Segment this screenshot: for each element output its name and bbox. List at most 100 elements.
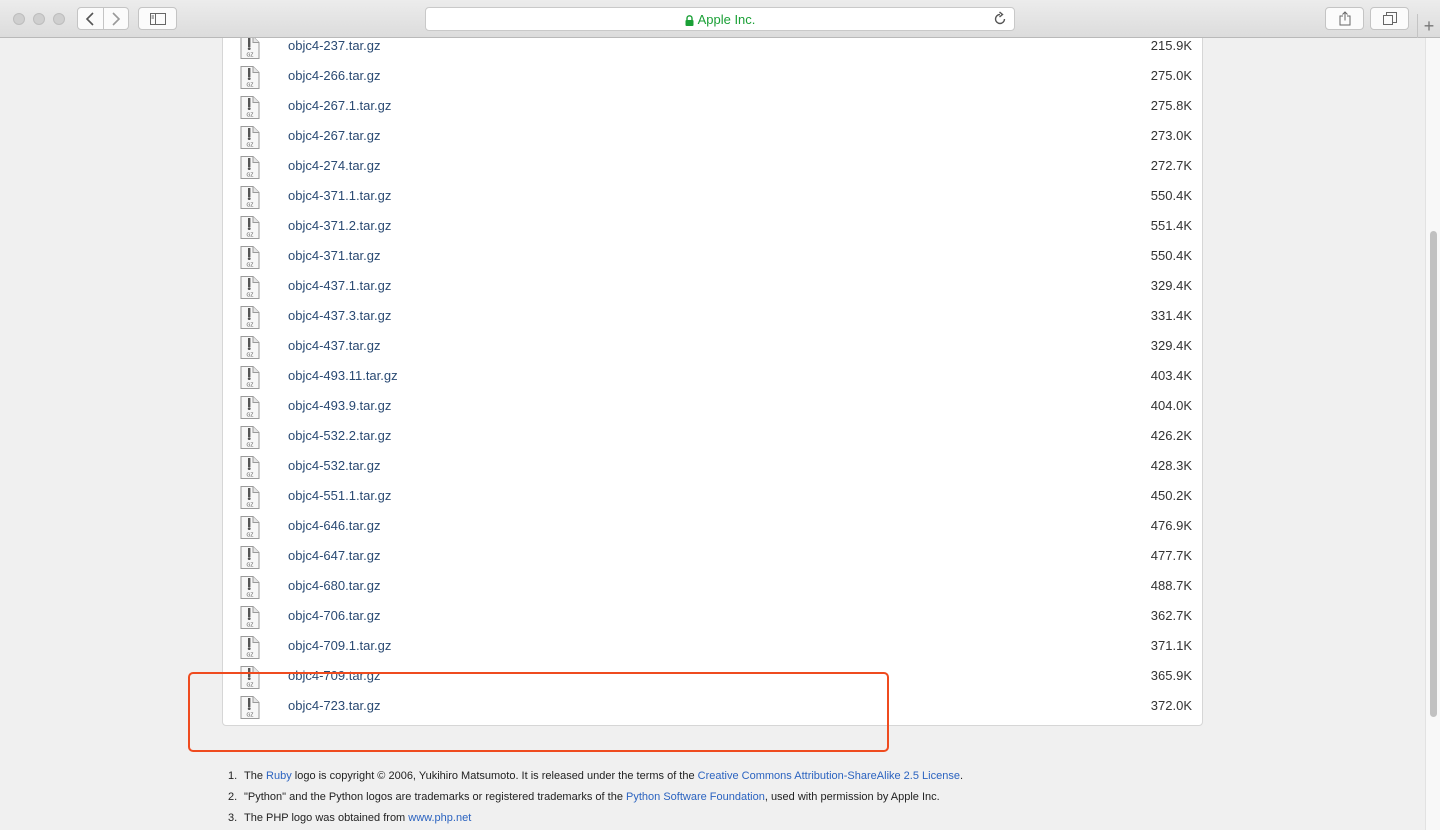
file-row: GZ objc4-646.tar.gz 476.9K — [223, 512, 1202, 542]
minimize-window-button[interactable] — [33, 13, 45, 25]
footnote-2: 2. "Python" and the Python logos are trad… — [228, 791, 940, 803]
file-link[interactable]: objc4-437.3.tar.gz — [288, 308, 391, 323]
file-link[interactable]: objc4-493.11.tar.gz — [288, 368, 398, 383]
file-row: GZ objc4-532.tar.gz 428.3K — [223, 452, 1202, 482]
file-row: GZ objc4-493.11.tar.gz 403.4K — [223, 362, 1202, 392]
scrollbar-thumb[interactable] — [1430, 231, 1437, 717]
share-button[interactable] — [1325, 7, 1364, 30]
gz-archive-icon: GZ — [240, 156, 260, 179]
file-link[interactable]: objc4-680.tar.gz — [288, 578, 381, 593]
ruby-link[interactable]: Ruby — [266, 770, 292, 782]
file-row: GZ objc4-647.tar.gz 477.7K — [223, 542, 1202, 572]
site-identity: Apple Inc. — [426, 12, 1014, 27]
file-link[interactable]: objc4-267.tar.gz — [288, 128, 381, 143]
license-link[interactable]: Creative Commons Attribution-ShareAlike … — [698, 770, 960, 782]
file-link[interactable]: objc4-266.tar.gz — [288, 68, 381, 83]
file-size: 372.0K — [1150, 698, 1192, 713]
file-row: GZ objc4-371.1.tar.gz 550.4K — [223, 182, 1202, 212]
svg-text:GZ: GZ — [247, 323, 254, 329]
tab-overview-button[interactable] — [1370, 7, 1409, 30]
svg-text:GZ: GZ — [247, 113, 254, 119]
sidebar-icon — [149, 12, 166, 25]
gz-archive-icon: GZ — [240, 306, 260, 329]
file-row: GZ objc4-680.tar.gz 488.7K — [223, 572, 1202, 602]
svg-text:GZ: GZ — [247, 83, 254, 89]
back-button[interactable] — [77, 7, 104, 30]
footnotes: 1. The Ruby logo is copyright © 2006, Yuk… — [228, 766, 1228, 829]
file-size: 329.4K — [1150, 338, 1192, 353]
file-size: 477.7K — [1150, 548, 1192, 563]
svg-text:GZ: GZ — [247, 593, 254, 599]
file-size: 272.7K — [1150, 158, 1192, 173]
forward-icon — [112, 11, 120, 26]
gz-archive-icon: GZ — [240, 216, 260, 239]
vertical-scrollbar[interactable] — [1425, 38, 1440, 830]
file-link[interactable]: objc4-371.tar.gz — [288, 248, 381, 263]
gz-archive-icon: GZ — [240, 246, 260, 269]
file-size: 275.8K — [1150, 98, 1192, 113]
new-tab-button[interactable]: + — [1417, 14, 1440, 38]
php-link[interactable]: www.php.net — [408, 812, 471, 824]
file-size: 404.0K — [1150, 398, 1192, 413]
file-size: 275.0K — [1150, 68, 1192, 83]
file-link[interactable]: objc4-371.1.tar.gz — [288, 188, 391, 203]
file-size: 273.0K — [1150, 128, 1192, 143]
gz-archive-icon: GZ — [240, 456, 260, 479]
file-link[interactable]: objc4-371.2.tar.gz — [288, 218, 391, 233]
gz-archive-icon: GZ — [240, 366, 260, 389]
svg-text:GZ: GZ — [247, 533, 254, 539]
file-row: GZ objc4-371.2.tar.gz 551.4K — [223, 212, 1202, 242]
file-row: GZ objc4-532.2.tar.gz 426.2K — [223, 422, 1202, 452]
zoom-window-button[interactable] — [53, 13, 65, 25]
file-link[interactable]: objc4-551.1.tar.gz — [288, 488, 391, 503]
file-size: 426.2K — [1150, 428, 1192, 443]
svg-text:GZ: GZ — [247, 233, 254, 239]
file-size: 371.1K — [1150, 638, 1192, 653]
file-row: GZ objc4-274.tar.gz 272.7K — [223, 152, 1202, 182]
file-link[interactable]: objc4-532.tar.gz — [288, 458, 381, 473]
file-row: GZ objc4-706.tar.gz 362.7K — [223, 602, 1202, 632]
svg-text:GZ: GZ — [247, 623, 254, 629]
reload-icon[interactable] — [993, 11, 1007, 27]
lock-icon — [685, 15, 694, 27]
file-link[interactable]: objc4-709.1.tar.gz — [288, 638, 391, 653]
file-listing: GZ objc4-237.tar.gz 215.9K GZ objc4-266.tar.… — [222, 38, 1203, 726]
file-link[interactable]: objc4-437.1.tar.gz — [288, 278, 391, 293]
file-size: 550.4K — [1150, 248, 1192, 263]
file-row: GZ objc4-266.tar.gz 275.0K — [223, 62, 1202, 92]
gz-archive-icon: GZ — [240, 486, 260, 509]
python-foundation-link[interactable]: Python Software Foundation — [626, 791, 765, 803]
file-row: GZ objc4-437.1.tar.gz 329.4K — [223, 272, 1202, 302]
file-link[interactable]: objc4-237.tar.gz — [288, 38, 381, 53]
file-link[interactable]: objc4-646.tar.gz — [288, 518, 381, 533]
file-link[interactable]: objc4-647.tar.gz — [288, 548, 381, 563]
file-size: 450.2K — [1150, 488, 1192, 503]
close-window-button[interactable] — [13, 13, 25, 25]
tabs-icon — [1382, 11, 1397, 25]
file-link[interactable]: objc4-274.tar.gz — [288, 158, 381, 173]
file-link[interactable]: objc4-706.tar.gz — [288, 608, 381, 623]
file-link[interactable]: objc4-493.9.tar.gz — [288, 398, 391, 413]
file-row: GZ objc4-437.3.tar.gz 331.4K — [223, 302, 1202, 332]
file-link[interactable]: objc4-532.2.tar.gz — [288, 428, 391, 443]
forward-button[interactable] — [103, 7, 129, 30]
svg-text:GZ: GZ — [247, 653, 254, 659]
svg-text:GZ: GZ — [247, 173, 254, 179]
gz-archive-icon: GZ — [240, 396, 260, 419]
file-row: GZ objc4-267.tar.gz 273.0K — [223, 122, 1202, 152]
sidebar-button[interactable] — [138, 7, 177, 30]
file-size: 365.9K — [1150, 668, 1192, 683]
gz-archive-icon: GZ — [240, 66, 260, 89]
file-size: 403.4K — [1150, 368, 1192, 383]
svg-text:GZ: GZ — [247, 383, 254, 389]
file-size: 331.4K — [1150, 308, 1192, 323]
file-size: 215.9K — [1150, 38, 1192, 53]
file-size: 476.9K — [1150, 518, 1192, 533]
svg-text:GZ: GZ — [247, 53, 254, 59]
file-link[interactable]: objc4-267.1.tar.gz — [288, 98, 391, 113]
gz-archive-icon: GZ — [240, 636, 260, 659]
gz-archive-icon: GZ — [240, 38, 260, 59]
address-bar[interactable]: Apple Inc. — [425, 7, 1015, 31]
svg-text:GZ: GZ — [247, 143, 254, 149]
file-link[interactable]: objc4-437.tar.gz — [288, 338, 381, 353]
